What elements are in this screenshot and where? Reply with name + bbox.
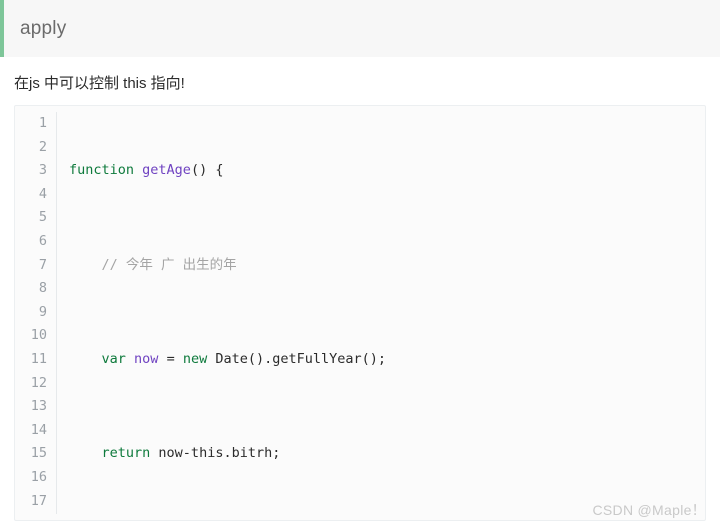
line-number: 2: [38, 138, 47, 155]
line-number: 12: [30, 374, 47, 391]
code-line: return now-this.bitrh;: [69, 442, 705, 466]
line-number: 3: [38, 162, 47, 179]
line-number: 6: [38, 232, 47, 249]
line-number: 4: [38, 185, 47, 202]
page-title: apply: [20, 17, 67, 39]
token-plain: now-this.bitrh;: [150, 445, 281, 462]
line-number: 16: [30, 468, 47, 485]
section-heading-banner: apply: [0, 0, 720, 57]
token-variable: now: [134, 350, 159, 367]
line-number: 9: [38, 303, 47, 320]
line-number: 10: [30, 327, 47, 344]
line-number: 15: [30, 445, 47, 462]
code-line: function getAge() {: [69, 159, 705, 183]
token-keyword: function: [69, 162, 135, 179]
code-line: // 今年 广 出生的年: [69, 254, 705, 278]
token-comment: // 今年 广 出生的年: [101, 256, 237, 273]
token-plain: Date().getFullYear();: [207, 350, 387, 367]
line-number: 8: [38, 280, 47, 297]
token-plain: =: [158, 350, 183, 367]
line-number: 7: [38, 256, 47, 273]
watermark-text: CSDN @Maple！: [592, 502, 706, 518]
line-number: 13: [30, 398, 47, 415]
line-number-gutter: 1 2 3 4 5 6 7 8 9 10 11 12 13 14 15 16 1…: [15, 112, 57, 514]
intro-paragraph: 在js 中可以控制 this 指向!: [14, 75, 185, 92]
line-number: 11: [30, 350, 47, 367]
code-block: 1 2 3 4 5 6 7 8 9 10 11 12 13 14 15 16 1…: [14, 105, 706, 521]
line-number: 1: [38, 115, 47, 131]
line-number: 5: [38, 209, 47, 226]
token-keyword: var: [101, 350, 126, 367]
line-number: 14: [30, 421, 47, 438]
token-keyword: return: [101, 445, 151, 462]
token-plain: () {: [190, 162, 224, 179]
line-number: 17: [30, 492, 47, 509]
code-content: function getAge() { // 今年 广 出生的年 var now…: [57, 112, 705, 514]
code-line: var now = new Date().getFullYear();: [69, 348, 705, 372]
token-function-name: getAge: [142, 162, 191, 179]
token-keyword: new: [182, 350, 208, 367]
